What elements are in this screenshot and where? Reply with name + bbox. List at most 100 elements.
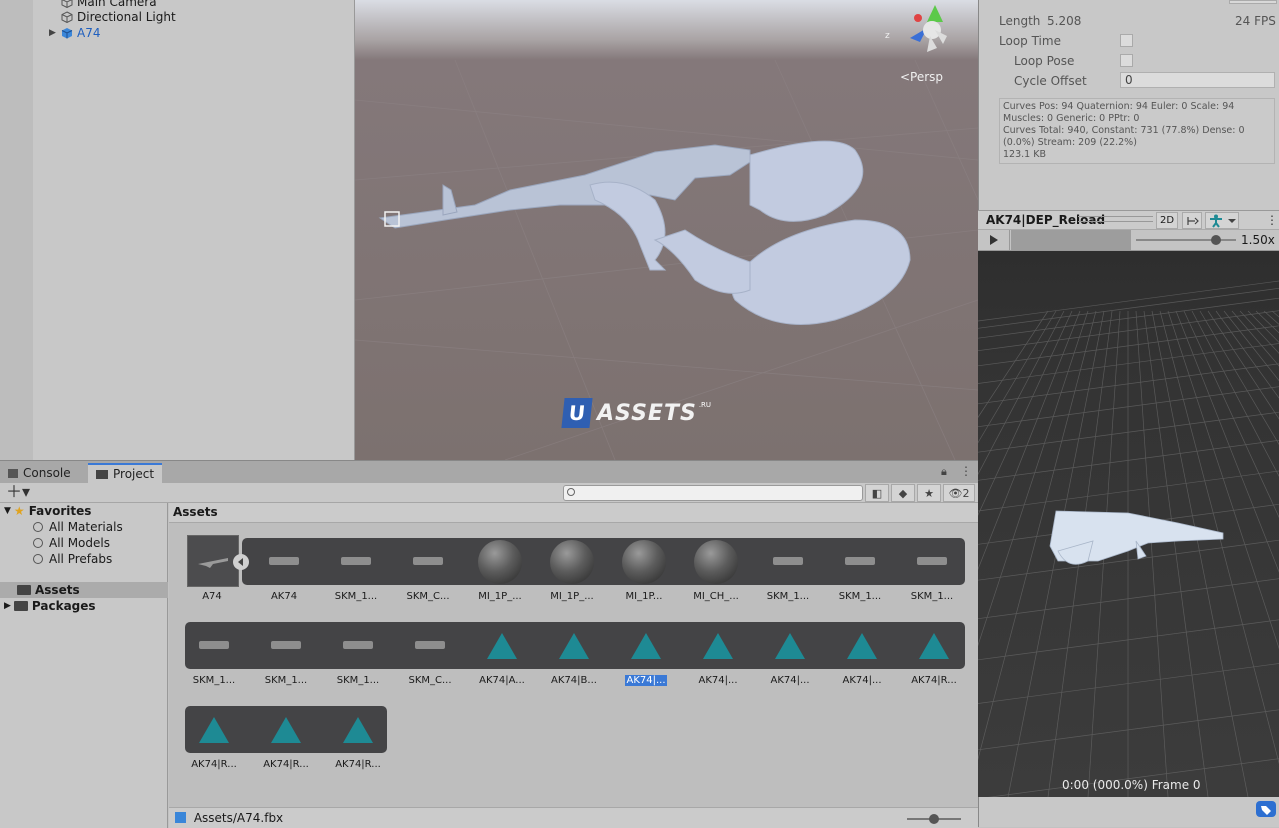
asset-thumb-mesh[interactable] [261,539,307,588]
asset-label[interactable]: SKM_1... [754,591,822,602]
favorites-header[interactable]: ▼ ★ Favorites [0,503,168,519]
asset-label[interactable]: AK74|R... [900,675,968,686]
asset-label-button[interactable] [1256,801,1276,817]
expand-arrow-icon[interactable]: ▼ [4,506,11,516]
asset-thumb-a74[interactable] [187,535,239,587]
hidden-packages-button[interactable]: 👁︎ 2 [943,484,975,502]
loop-pose-checkbox[interactable] [1120,54,1133,67]
orientation-gizmo-icon[interactable]: z [885,0,955,60]
lock-icon[interactable]: 🔒︎ [941,465,947,479]
asset-thumb-animation[interactable] [343,717,373,743]
search-input[interactable] [563,485,863,501]
search-icon [33,554,43,564]
search-by-label-button[interactable]: ◆ [891,484,915,502]
pivot-button[interactable] [1182,212,1202,229]
asset-thumb-animation[interactable] [631,633,661,659]
asset-label[interactable]: SKM_1... [252,675,320,686]
asset-label[interactable]: AK74|R... [252,759,320,770]
asset-label[interactable]: AK74 [250,591,318,602]
asset-label[interactable]: A74 [178,591,246,602]
asset-label[interactable]: SKM_1... [324,675,392,686]
drag-handle[interactable] [1078,216,1153,222]
timeline-scrub[interactable] [1011,230,1131,250]
perspective-toggle[interactable]: <Persp [900,70,943,84]
mesh-icon [343,641,373,649]
speed-slider-knob[interactable] [1211,235,1221,245]
inspector-button-stub[interactable] [1229,0,1277,4]
asset-label[interactable]: SKM_1... [322,591,390,602]
preview-toolbar: 1.50x [978,230,1279,251]
favorite-button[interactable]: ★ [917,484,941,502]
2d-toggle-button[interactable]: 2D [1156,212,1178,229]
loop-time-checkbox[interactable] [1120,34,1133,47]
folder-assets[interactable]: Assets [0,582,168,598]
more-options-icon[interactable]: ⋮ [960,464,972,478]
watermark-suffix: .RU [698,401,712,409]
expand-arrow-icon[interactable]: ▶ [4,601,11,611]
asset-label[interactable]: AK74|R... [180,759,248,770]
favorite-all-prefabs[interactable]: All Prefabs [0,551,168,567]
asset-label[interactable]: SKM_1... [826,591,894,602]
favorite-all-models[interactable]: All Models [0,535,168,551]
asset-label[interactable]: MI_1P_... [538,591,606,602]
asset-thumb-animation[interactable] [487,633,517,659]
asset-thumb-animation[interactable] [703,633,733,659]
hierarchy-item-a74[interactable]: ▶ A74 [49,25,100,41]
icon-size-slider-knob[interactable] [929,814,939,824]
asset-label[interactable]: SKM_C... [394,591,462,602]
folder-packages[interactable]: ▶ Packages [0,598,168,614]
asset-thumb-animation[interactable] [559,633,589,659]
hierarchy-item-directional-light[interactable]: Directional Light [61,9,176,25]
asset-thumb-mesh[interactable] [765,539,811,588]
avatar-dropdown-button[interactable] [1205,212,1239,229]
eye-hidden-icon: 👁︎ [948,486,963,500]
collapse-subassets-button[interactable] [233,554,249,570]
asset-thumb-animation[interactable] [199,717,229,743]
asset-label[interactable]: MI_1P_... [466,591,534,602]
asset-label[interactable]: AK74|... [756,675,824,686]
asset-thumb-mesh[interactable] [263,623,309,672]
asset-label[interactable]: SKM_1... [180,675,248,686]
asset-label[interactable]: AK74|R... [324,759,392,770]
asset-thumb-mesh[interactable] [333,539,379,588]
asset-thumb-mesh[interactable] [407,623,453,672]
scene-view[interactable]: z <Persp U ASSETS .RU [355,0,978,460]
asset-label[interactable]: AK74|... [684,675,752,686]
asset-thumb-mesh[interactable] [405,539,451,588]
hierarchy-panel: Main Camera Directional Light ▶ A74 [0,0,355,460]
asset-thumb-animation[interactable] [847,633,877,659]
create-add-button[interactable]: ＋▾ [6,483,30,501]
asset-thumb-animation[interactable] [775,633,805,659]
asset-thumb-material[interactable] [478,540,522,584]
asset-thumb-mesh[interactable] [909,539,955,588]
favorite-all-materials[interactable]: All Materials [0,519,168,535]
asset-thumb-material[interactable] [550,540,594,584]
asset-label[interactable]: SKM_C... [396,675,464,686]
animation-preview-viewport[interactable]: 0:00 (000.0%) Frame 0 [978,251,1279,797]
more-options-icon[interactable]: ⋮ [1266,213,1278,227]
asset-label[interactable]: AK74|... [625,675,667,686]
tab-console[interactable]: Console [0,463,79,483]
asset-thumb-material[interactable] [622,540,666,584]
asset-thumb-animation[interactable] [919,633,949,659]
asset-thumb-mesh[interactable] [335,623,381,672]
asset-label[interactable]: SKM_1... [898,591,966,602]
icon-size-slider[interactable] [907,814,961,824]
cycle-offset-field[interactable]: 0 [1120,72,1275,88]
info-line: 123.1 KB [1003,149,1046,160]
asset-thumb-mesh[interactable] [191,623,237,672]
asset-label[interactable]: MI_1P... [610,591,678,602]
asset-label[interactable]: AK74|B... [540,675,608,686]
search-by-type-button[interactable]: ◧ [865,484,889,502]
play-button[interactable] [978,230,1010,250]
asset-label[interactable]: AK74|... [828,675,896,686]
asset-thumb-animation[interactable] [271,717,301,743]
asset-thumb-material[interactable] [694,540,738,584]
asset-label[interactable]: MI_CH_... [682,591,750,602]
rifle-icon [198,558,228,568]
speed-slider[interactable] [1136,235,1236,245]
expand-arrow-icon[interactable]: ▶ [49,28,59,38]
asset-label[interactable]: AK74|A... [468,675,536,686]
tab-project[interactable]: Project [88,463,163,483]
asset-thumb-mesh[interactable] [837,539,883,588]
